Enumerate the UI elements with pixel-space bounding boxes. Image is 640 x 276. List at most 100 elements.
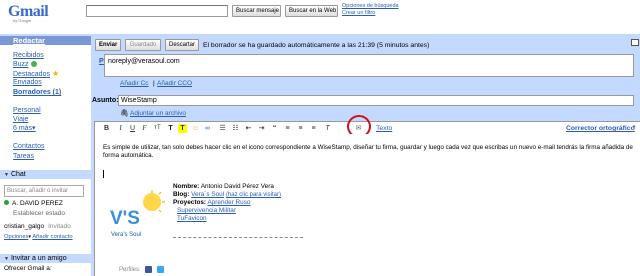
send-button[interactable]: Enviar [95, 39, 121, 51]
compose-button[interactable]: Redactar [13, 36, 45, 45]
numbered-list-icon[interactable]: ☰ [218, 124, 227, 133]
collapse-triangle-icon: ▼ [4, 256, 9, 262]
saved-button[interactable]: Guardado [125, 39, 161, 51]
discard-button[interactable]: Descartar [165, 39, 199, 51]
search-options-link[interactable]: Opciones de búsqueda [342, 3, 399, 10]
search-mail-button[interactable]: Buscar mensaje [232, 5, 281, 17]
blog-link[interactable]: Vera´s Soul [191, 191, 224, 198]
separator: | [153, 80, 155, 87]
add-bcc-link[interactable]: Añadir CCO [157, 80, 192, 88]
add-contact-link[interactable]: Añadir contacto [32, 234, 72, 240]
chat-self-name: A. DAVID PEREZ [12, 200, 63, 207]
link-icon[interactable]: ∞ [203, 124, 212, 133]
blog-label: Blog: [173, 191, 190, 198]
project-row-3: TuFavicon [173, 215, 281, 223]
bullet-list-icon[interactable]: ☷ [231, 124, 240, 133]
buzz-icon [30, 61, 37, 68]
blog-hint-link[interactable]: (haz clic para visitar) [226, 192, 281, 198]
nav-drafts[interactable]: Borradores (1) [13, 88, 61, 97]
smiley-icon[interactable]: ☺ [191, 124, 200, 133]
gmail-logo-byline: by Google [13, 18, 32, 23]
add-cc-link[interactable]: Añadir Cc [120, 80, 149, 88]
chat-self[interactable]: A. DAVID PEREZ [4, 200, 63, 208]
highlight-icon[interactable]: T [178, 124, 187, 133]
chat-header-label: Chat [10, 171, 26, 178]
spellcheck-link[interactable]: Corrector ortográfico [566, 124, 635, 133]
chat-contact-name: cristian_galgo [4, 223, 45, 230]
collapse-triangle-icon: ▼ [4, 172, 9, 178]
dropdown-arrow-icon[interactable]: ▾ [633, 124, 636, 130]
logo-mark: V'S [110, 208, 140, 229]
subject-field[interactable]: WiseStamp [118, 95, 634, 106]
plain-text-link[interactable]: Texto [376, 124, 392, 133]
nav-buzz-label[interactable]: Buzz [13, 61, 29, 68]
facebook-icon[interactable] [145, 266, 153, 273]
text-caret [103, 170, 104, 178]
align-left-icon[interactable]: ≡ [283, 124, 292, 133]
verasoul-logo: V'S Vera's Soul [110, 190, 165, 238]
search-links: Opciones de búsqueda Crear un filtro [342, 3, 399, 17]
invite-header-label: Invitar a un amigo [10, 255, 67, 262]
projects-label: Proyectos: [173, 199, 207, 206]
font-icon[interactable]: F [140, 124, 149, 133]
nav-inbox[interactable]: Recibidos [13, 51, 44, 60]
to-field[interactable]: noreply@verasoul.com [104, 54, 634, 77]
search-input[interactable] [86, 5, 228, 17]
invite-section-header[interactable]: ▼ Invitar a un amigo [0, 254, 91, 263]
nav-sent[interactable]: Enviados [13, 78, 42, 87]
name-label: Nombre: [173, 183, 200, 190]
body-intro-text: Es simple de utilizar, tan solo debes ha… [103, 144, 633, 159]
bold-icon[interactable]: B [102, 124, 111, 133]
autosave-status: El borrador se ha guardado automáticamen… [203, 42, 430, 49]
project-link-3[interactable]: TuFavicon [177, 215, 207, 222]
underline-icon[interactable]: U [128, 124, 137, 133]
chat-contact[interactable]: cristian_galgo Invitado [4, 223, 71, 231]
signature-projects: Proyectos: Aprender Ruso [173, 199, 281, 207]
nav-more-labels[interactable]: 6 más▾ [13, 124, 36, 133]
profiles-label: Perfiles: [119, 267, 141, 274]
chat-search-input[interactable]: Buscar, añadir o invitar [4, 185, 84, 197]
remove-format-icon[interactable]: T [323, 124, 332, 133]
font-size-icon[interactable]: тT [153, 124, 162, 133]
chat-options-link[interactable]: Opciones [4, 234, 29, 240]
invite-text: Ofrecer Gmail a: [4, 265, 52, 272]
nav-contacts[interactable]: Contactos [13, 142, 45, 151]
nav-starred-label[interactable]: Destacados [13, 71, 50, 78]
text-color-icon[interactable]: T [166, 124, 175, 133]
align-right-icon[interactable]: ≡ [309, 124, 318, 133]
chat-set-status[interactable]: Establecer estado [13, 210, 65, 218]
italic-icon[interactable]: I [116, 124, 125, 133]
message-body[interactable]: Es simple de utilizar, tan solo debes ha… [94, 134, 640, 276]
chat-footer: Opciones▾ Añadir contacto [4, 233, 73, 241]
popout-icon[interactable] [631, 39, 639, 46]
align-center-icon[interactable]: ≡ [296, 124, 305, 133]
signature-separator [173, 237, 303, 238]
gmail-logo[interactable]: Gmail by Google [8, 3, 50, 23]
online-status-icon [4, 200, 9, 205]
name-value: Antonio David Pérez Vera [200, 183, 274, 190]
paperclip-icon: 🖇 [120, 110, 129, 117]
signature-blog: Blog: Vera´s Soul (haz clic para visitar… [173, 191, 281, 199]
project-row-2: Supervivencia Militar [173, 207, 281, 215]
nav-label-personal[interactable]: Personal [13, 106, 41, 115]
twitter-icon[interactable] [157, 266, 165, 273]
search-web-button[interactable]: Buscar en la Web [285, 5, 338, 17]
star-icon: ★ [51, 69, 60, 78]
create-filter-link[interactable]: Crear un filtro [342, 10, 399, 17]
quote-icon[interactable]: “ [270, 124, 279, 133]
signature-block: Nombre: Antonio David Pérez Vera Blog: V… [173, 183, 281, 223]
project-link-2[interactable]: Supervivencia Militar [177, 207, 236, 214]
chat-contact-status: Invitado [48, 223, 71, 230]
signature-name: Nombre: Antonio David Pérez Vera [173, 183, 281, 191]
project-link-1[interactable]: Aprender Ruso [207, 199, 250, 206]
nav-buzz[interactable]: Buzz [13, 60, 37, 69]
logo-caption: Vera's Soul [111, 232, 141, 238]
nav-tasks[interactable]: Tareas [13, 152, 34, 161]
nav-label-viaje[interactable]: Viaje [13, 115, 28, 124]
indent-icon[interactable]: ⇥ [257, 124, 266, 133]
profiles-row: Perfiles: [119, 266, 165, 274]
outdent-icon[interactable]: ⇤ [244, 124, 253, 133]
chat-section-header[interactable]: ▼ Chat [0, 170, 91, 179]
attach-file-link[interactable]: Adjuntar un archivo [130, 110, 186, 118]
dropdown-arrow-icon: ▾ [28, 234, 32, 240]
